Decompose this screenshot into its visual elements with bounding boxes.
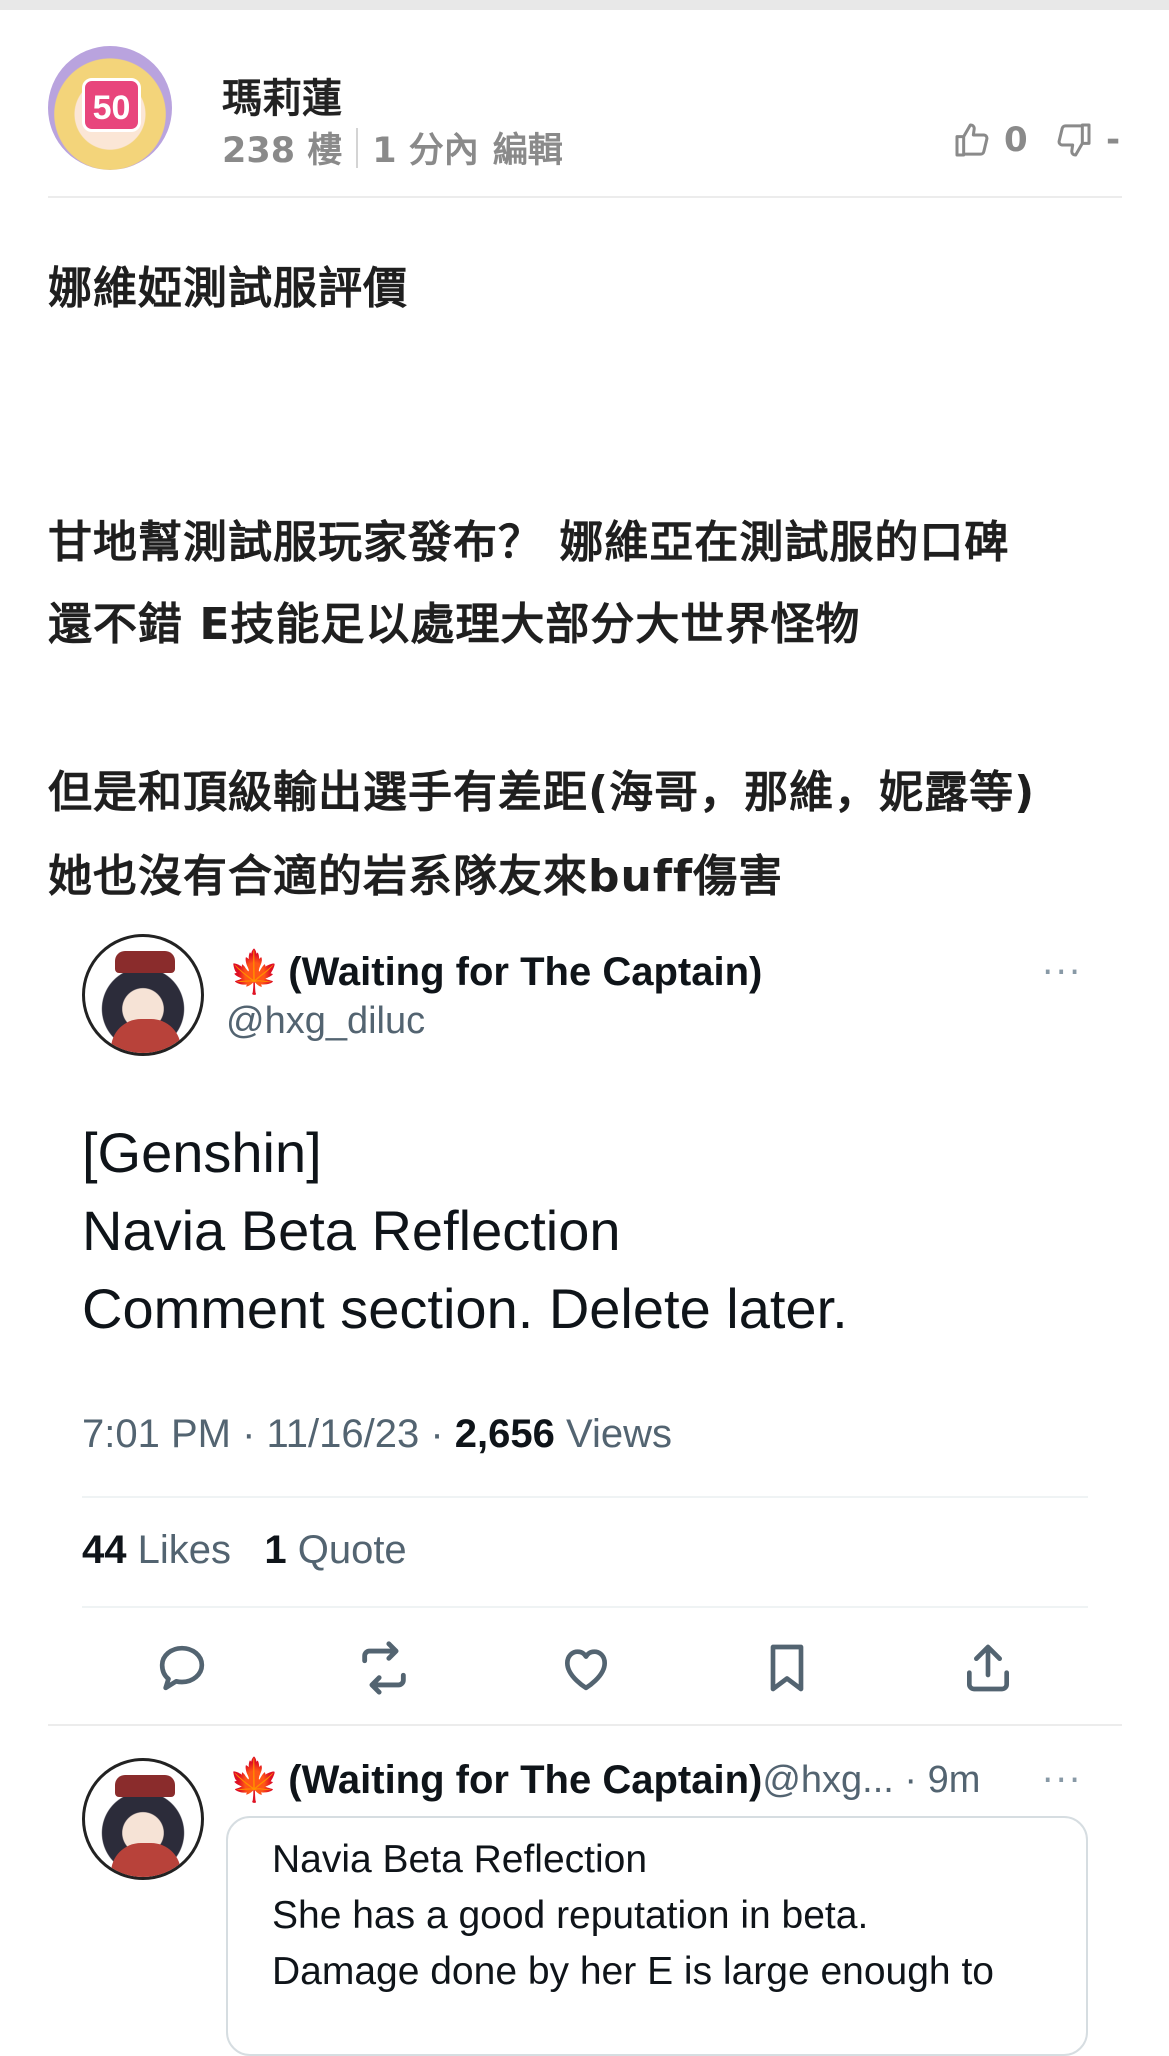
meta-separator (356, 127, 359, 168)
dislike-count: - (1106, 120, 1121, 160)
reply-author-avatar[interactable] (82, 1758, 204, 1880)
reply-display-name: (Waiting for The Captain) (288, 1758, 763, 1802)
maple-leaf-icon: 🍁 (228, 1756, 281, 1803)
retweet-button[interactable] (355, 1639, 413, 1697)
reply-line-2: She has a good reputation in beta. (272, 1894, 869, 1937)
tweet-more-button[interactable]: ··· (1042, 952, 1082, 993)
tweet-text-line-3: Comment section. Delete later. (82, 1277, 848, 1340)
tweet-stats: 44 Likes 1 Quote (82, 1528, 407, 1573)
tweet-action-bar (82, 1636, 1088, 1700)
like-tweet-button[interactable] (558, 1640, 614, 1696)
maple-leaf-icon: 🍁 (228, 948, 281, 995)
tweet-handle[interactable]: @hxg_diluc (226, 1000, 425, 1043)
reply-author-name[interactable]: 🍁 (Waiting for The Captain) @hxg... · 9m (228, 1756, 980, 1805)
likes-stat[interactable]: 44 Likes (82, 1528, 231, 1572)
tweet-display-name: (Waiting for The Captain) (288, 950, 763, 994)
share-icon (966, 1644, 1009, 1692)
floor-number: 238 樓 (222, 131, 343, 171)
likes-label: Likes (126, 1528, 231, 1572)
quote-stat[interactable]: 1 Quote (264, 1528, 406, 1572)
tweet-text-line-2: Navia Beta Reflection (82, 1199, 621, 1262)
tweet-timestamp: 7:01 PM · 11/16/23 · 2,656 Views (82, 1412, 672, 1457)
share-button[interactable] (960, 1640, 1016, 1696)
post-line-3: 但是和頂級輸出選手有差距(海哥，那維，妮露等) (48, 767, 1036, 818)
avatar-body (111, 1019, 181, 1053)
floor-meta: 238 樓 1 分內 編輯 (222, 122, 563, 173)
quote-label: Quote (286, 1528, 407, 1572)
username[interactable]: 瑪莉蓮 (222, 66, 342, 124)
level-badge-number: 50 (82, 78, 141, 132)
thumbs-down-icon (1057, 123, 1091, 157)
post-time: 1 分內 (372, 131, 479, 171)
reply-line-3: Damage done by her E is large enough to (272, 1950, 994, 1993)
tweet-divider-1 (82, 1496, 1088, 1498)
tweet-text-line-1: [Genshin] (82, 1121, 322, 1184)
edit-button[interactable]: 編輯 (493, 122, 563, 173)
reply-button[interactable] (154, 1640, 210, 1696)
likes-count: 44 (82, 1528, 127, 1572)
reply-quote-card[interactable]: Navia Beta Reflection She has a good rep… (226, 1816, 1088, 2056)
heart-icon (564, 1649, 607, 1691)
bookmark-button[interactable] (759, 1640, 815, 1696)
tweet-views-count: 2,656 (454, 1412, 555, 1456)
post-title: 娜維婭測試服評價 (48, 263, 408, 314)
post-line-2: 還不錯 E技能足以處理大部分大世界怪物 (48, 599, 861, 650)
like-count: 0 (1004, 120, 1028, 160)
thumbs-up-icon (955, 123, 989, 157)
post-line-4: 她也沒有合適的岩系隊友來buff傷害 (48, 851, 784, 902)
tweet-author-avatar[interactable] (82, 934, 204, 1056)
avatar-hat (115, 1775, 175, 1797)
reply-more-button[interactable]: ··· (1042, 1760, 1082, 1801)
tweet-views-label: Views (554, 1412, 672, 1456)
avatar-body (111, 1843, 181, 1877)
tweet-section-divider (48, 1724, 1122, 1726)
tweet-time: 7:01 PM · 11/16/23 · (82, 1412, 455, 1456)
bookmark-icon (770, 1644, 804, 1692)
post-line-1: 甘地幫測試服玩家發布？ 娜維亞在測試服的口碑 (48, 517, 1010, 568)
avatar-hat (115, 951, 175, 973)
header-divider (48, 196, 1122, 198)
dislike-button[interactable]: - (1054, 120, 1120, 160)
quote-count: 1 (264, 1528, 287, 1572)
reply-icon (160, 1645, 205, 1691)
retweet-icon (362, 1641, 406, 1695)
tweet-author-name[interactable]: 🍁 (Waiting for The Captain) (228, 948, 762, 997)
top-status-strip (0, 0, 1169, 10)
like-button[interactable]: 0 (952, 120, 1028, 160)
reply-line-1: Navia Beta Reflection (272, 1838, 648, 1881)
tweet-divider-2 (82, 1606, 1088, 1608)
reply-handle-time: @hxg... · 9m (762, 1759, 981, 1801)
